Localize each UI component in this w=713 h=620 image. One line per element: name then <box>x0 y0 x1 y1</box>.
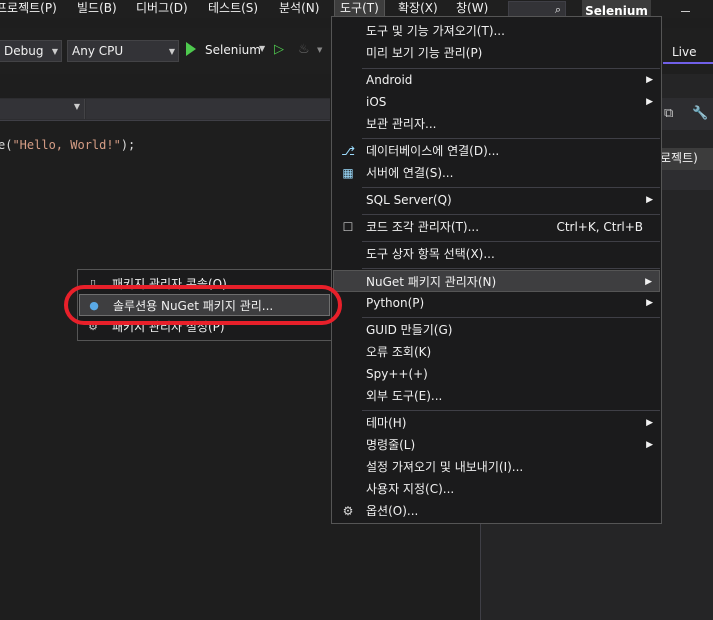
menu-item-external-tools[interactable]: 외부 도구(E)... <box>333 385 660 407</box>
menu-item-import-export-settings[interactable]: 설정 가져오기 및 내보내기(I)... <box>333 456 660 478</box>
menu-item-spy[interactable]: Spy++(+) <box>333 363 660 385</box>
menu-item-get-tools[interactable]: 도구 및 기능 가져오기(T)... <box>333 20 660 42</box>
menu-item-connect-server[interactable]: ▦ 서버에 연결(S)... <box>333 162 660 184</box>
menu-test[interactable]: 테스트(S) <box>208 0 258 18</box>
menu-separator <box>362 410 660 411</box>
menu-item-theme[interactable]: 테마(H) ▶ <box>333 412 660 434</box>
menu-item-android[interactable]: Android ▶ <box>333 69 660 91</box>
menu-project[interactable]: 프로젝트(P) <box>0 0 57 18</box>
code-prefix: e( <box>0 138 13 152</box>
solution-tree-item[interactable]: 로젝트) <box>660 148 713 170</box>
chevron-down-icon: ▼ <box>51 47 58 56</box>
platform-value: Any CPU <box>72 44 124 58</box>
minimize-icon[interactable] <box>681 11 690 12</box>
menu-item-python[interactable]: Python(P) ▶ <box>333 292 660 314</box>
live-share-button[interactable]: Live <box>672 45 697 59</box>
code-suffix: ); <box>120 138 136 152</box>
configuration-combo[interactable]: Debug ▼ <box>0 40 62 62</box>
menu-item-nuget-manager[interactable]: NuGet 패키지 관리자(N) ▶ <box>333 270 660 292</box>
menu-item-options[interactable]: ⚙ 옵션(O)... <box>333 500 660 522</box>
chevron-down-icon: ▼ <box>168 47 175 56</box>
code-line: e("Hello, World!"); <box>0 138 135 152</box>
live-share-accent <box>663 62 713 64</box>
copy-icon[interactable]: ⧉ <box>664 106 673 121</box>
hot-reload-icon[interactable]: ♨ <box>298 42 310 57</box>
solution-tree-row[interactable] <box>660 170 713 190</box>
menu-separator <box>362 268 660 269</box>
menu-item-command-line[interactable]: 명령줄(L) ▶ <box>333 434 660 456</box>
highlight-ellipse-annotation <box>64 285 342 325</box>
run-target-label[interactable]: Selenium <box>205 42 261 58</box>
shortcut-label: Ctrl+K, Ctrl+B <box>556 220 643 234</box>
menu-build[interactable]: 빌드(B) <box>77 0 117 18</box>
database-connect-icon: ⎇ <box>341 144 355 158</box>
menu-separator <box>362 187 660 188</box>
menu-item-create-guid[interactable]: GUID 만들기(G) <box>333 319 660 341</box>
editor-type-dropdown[interactable]: ▼ <box>0 99 85 119</box>
wrench-icon[interactable]: 🔧 <box>692 106 708 121</box>
menu-item-code-snippets[interactable]: ☐ 코드 조각 관리자(T)... Ctrl+K, Ctrl+B <box>333 216 660 238</box>
menu-item-ios[interactable]: iOS ▶ <box>333 91 660 113</box>
menu-item-preview-features[interactable]: 미리 보기 기능 관리(P) <box>333 42 660 64</box>
server-connect-icon: ▦ <box>342 166 354 180</box>
chevron-down-icon: ▼ <box>73 102 80 111</box>
code-editor[interactable] <box>0 121 330 620</box>
menu-separator <box>362 241 660 242</box>
menu-debug[interactable]: 디버그(D) <box>136 0 188 18</box>
code-string: "Hello, World!" <box>12 138 121 152</box>
menu-item-sql-server[interactable]: SQL Server(Q) ▶ <box>333 189 660 211</box>
start-without-debug-icon[interactable]: ▷ <box>274 42 284 57</box>
menu-separator <box>362 214 660 215</box>
submenu-arrow-icon: ▶ <box>646 195 653 205</box>
menu-item-connect-database[interactable]: ⎇ 데이터베이스에 연결(D)... <box>333 140 660 162</box>
chevron-down-icon[interactable]: ▼ <box>317 46 322 54</box>
submenu-arrow-icon: ▶ <box>646 97 653 107</box>
submenu-arrow-icon: ▶ <box>646 418 653 428</box>
gear-icon: ⚙ <box>342 504 354 518</box>
menu-separator <box>362 317 660 318</box>
submenu-arrow-icon: ▶ <box>645 277 652 287</box>
menu-item-archive-manager[interactable]: 보관 관리자... <box>333 113 660 135</box>
start-debug-icon[interactable] <box>186 42 196 56</box>
menu-item-customize[interactable]: 사용자 지정(C)... <box>333 478 660 500</box>
search-icon: ⌕ <box>554 3 561 16</box>
checkbox-icon: ☐ <box>342 220 354 234</box>
menu-analyze[interactable]: 분석(N) <box>279 0 319 18</box>
tools-dropdown-menu: 도구 및 기능 가져오기(T)... 미리 보기 기능 관리(P) Androi… <box>331 16 662 524</box>
editor-member-dropdown[interactable] <box>86 99 330 119</box>
menu-item-choose-toolbox[interactable]: 도구 상자 항목 선택(X)... <box>333 243 660 265</box>
submenu-arrow-icon: ▶ <box>646 440 653 450</box>
menu-separator <box>362 138 660 139</box>
menu-item-error-lookup[interactable]: 오류 조회(K) <box>333 341 660 363</box>
chevron-down-icon[interactable]: ▼ <box>259 44 265 53</box>
submenu-arrow-icon: ▶ <box>646 75 653 85</box>
submenu-arrow-icon: ▶ <box>646 298 653 308</box>
configuration-value: Debug <box>4 44 44 58</box>
platform-combo[interactable]: Any CPU ▼ <box>67 40 179 62</box>
